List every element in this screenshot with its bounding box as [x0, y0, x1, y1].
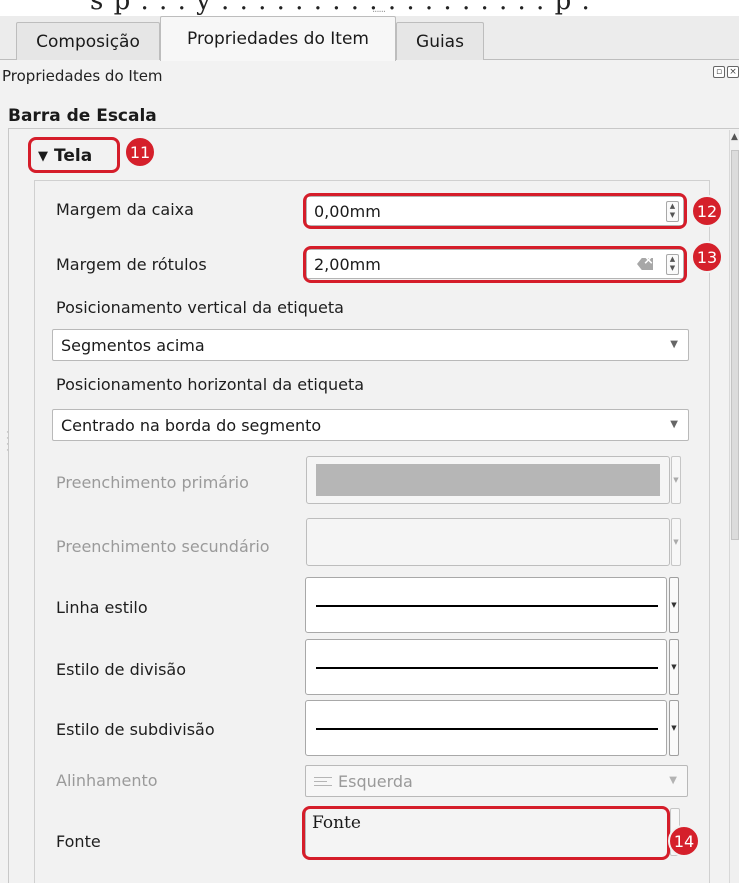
chevron-down-icon[interactable]: ▼: [671, 518, 681, 566]
primary-fill-color-button[interactable]: [306, 456, 670, 504]
dock-controls: ▫ ×: [713, 66, 739, 78]
annotation-badge-12: 12: [691, 195, 723, 227]
vertical-placement-select[interactable]: Segmentos acima ▼: [52, 329, 689, 361]
tab-guias[interactable]: Guias: [396, 22, 484, 60]
highlight-font: [302, 806, 670, 860]
highlight-label-margin: [303, 246, 687, 283]
panel-title: Propriedades do Item: [2, 67, 163, 85]
annotation-badge-11: 11: [124, 136, 156, 168]
highlight-tela: [28, 137, 120, 173]
line-preview: [316, 667, 658, 669]
highlight-box-margin: [303, 193, 687, 229]
chevron-down-icon[interactable]: ▼: [669, 639, 679, 695]
alignment-label: Alinhamento: [56, 771, 158, 790]
secondary-fill-color-button[interactable]: [306, 518, 670, 566]
chevron-down-icon: ▼: [669, 775, 677, 786]
annotation-badge-14: 14: [668, 825, 700, 857]
secondary-fill-label: Preenchimento secundário: [56, 537, 270, 556]
splitter-handle[interactable]: · · · ·: [6, 429, 9, 456]
tab-propriedades-do-item[interactable]: Propriedades do Item: [160, 16, 396, 61]
tab-composicao[interactable]: Composição: [16, 22, 160, 60]
box-margin-label: Margem da caixa: [56, 200, 194, 219]
line-style-button[interactable]: [305, 577, 667, 633]
section-title: Barra de Escala: [8, 106, 157, 126]
font-label: Fonte: [56, 832, 101, 851]
line-preview: [316, 605, 658, 607]
float-icon[interactable]: ▫: [713, 66, 725, 78]
chevron-down-icon[interactable]: ▼: [669, 577, 679, 633]
chevron-down-icon: ▼: [670, 339, 678, 350]
division-style-label: Estilo de divisão: [56, 660, 187, 679]
subdivision-style-button[interactable]: [305, 700, 667, 756]
scroll-up-arrow-icon[interactable]: ▲: [731, 132, 738, 142]
line-preview: [316, 728, 658, 730]
horizontal-placement-select[interactable]: Centrado na borda do segmento ▼: [52, 409, 689, 441]
annotation-badge-13: 13: [691, 241, 723, 273]
vertical-placement-label: Posicionamento vertical da etiqueta: [56, 298, 344, 317]
drag-handle-dots[interactable]: ......: [372, 4, 386, 15]
horizontal-placement-label: Posicionamento horizontal da etiqueta: [56, 375, 365, 394]
primary-fill-swatch: [316, 464, 660, 496]
division-style-button[interactable]: [305, 639, 667, 695]
primary-fill-label: Preenchimento primário: [56, 473, 249, 492]
line-style-label: Linha estilo: [56, 598, 148, 617]
cropped-top-text: s p . . . y . . . . . . . . . . . . . . …: [90, 0, 591, 16]
alignment-select[interactable]: Esquerda ▼: [305, 765, 688, 797]
close-icon[interactable]: ×: [727, 66, 739, 78]
align-left-icon: [314, 774, 332, 789]
scrollbar-thumb[interactable]: [731, 150, 739, 540]
chevron-down-icon[interactable]: ▼: [671, 456, 681, 504]
chevron-down-icon: ▼: [670, 419, 678, 430]
chevron-down-icon[interactable]: ▼: [669, 700, 679, 756]
label-margin-label: Margem de rótulos: [56, 255, 207, 274]
subdivision-style-label: Estilo de subdivisão: [56, 720, 215, 739]
